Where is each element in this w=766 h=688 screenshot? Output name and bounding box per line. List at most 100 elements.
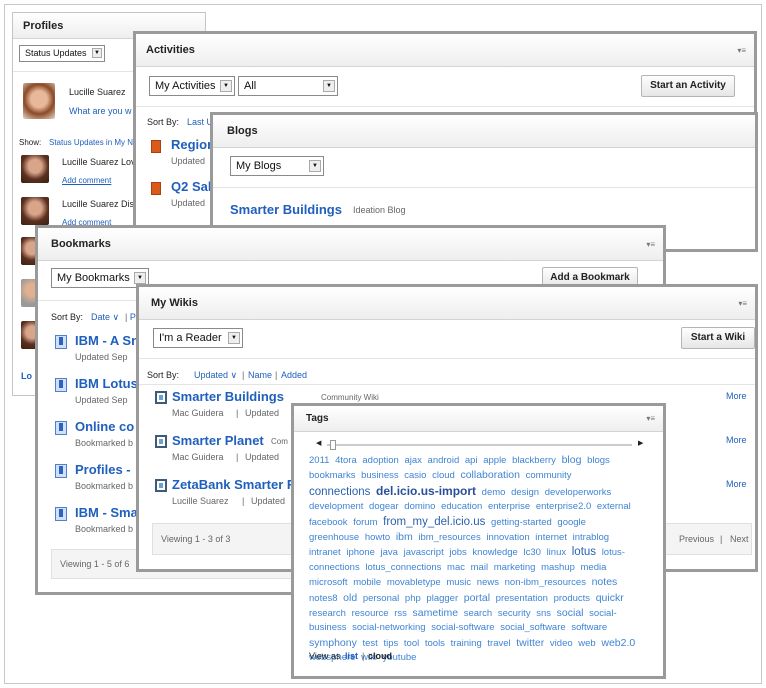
tag-link[interactable]: tips xyxy=(383,638,398,649)
tag-link[interactable]: notes8 xyxy=(309,593,338,604)
tag-link[interactable]: mail xyxy=(471,562,488,573)
tag-link[interactable]: domino xyxy=(404,501,435,512)
tag-link[interactable]: developerworks xyxy=(545,487,612,498)
tag-link[interactable]: ibm_resources xyxy=(418,532,480,543)
tag-link[interactable]: test xyxy=(363,638,378,649)
tag-link[interactable]: music xyxy=(446,577,471,588)
tag-link[interactable]: greenhouse xyxy=(309,532,359,543)
wikis-role-select[interactable]: I'm a Reader ▼ xyxy=(153,328,243,348)
bookmark-title-link[interactable]: Profiles - xyxy=(75,462,131,477)
tag-link[interactable]: community xyxy=(526,470,572,481)
bookmark-title-link[interactable]: IBM - A Sn xyxy=(75,333,139,348)
tag-link[interactable]: web2.0 xyxy=(601,637,635,649)
tag-link[interactable]: innovation xyxy=(486,532,529,543)
tag-link[interactable]: ajax xyxy=(404,455,421,466)
tag-link[interactable]: dogear xyxy=(369,501,399,512)
tag-link[interactable]: video xyxy=(550,638,573,649)
tag-link[interactable]: demo xyxy=(482,487,506,498)
tag-link[interactable]: getting-started xyxy=(491,517,552,528)
tag-link[interactable]: 4tora xyxy=(335,455,357,466)
wiki-more-link[interactable]: More xyxy=(726,391,747,401)
tag-link[interactable]: apple xyxy=(483,455,506,466)
tag-link[interactable]: google xyxy=(557,517,586,528)
bookmark-title-link[interactable]: IBM - Sma xyxy=(75,505,138,520)
tag-link[interactable]: twitter xyxy=(516,637,544,649)
tag-link[interactable]: tool xyxy=(404,638,419,649)
tag-link[interactable]: facebook xyxy=(309,517,348,528)
tag-link[interactable]: tools xyxy=(425,638,445,649)
wiki-more-link[interactable]: More xyxy=(726,435,747,445)
tag-link[interactable]: security xyxy=(498,608,531,619)
tag-link[interactable]: presentation xyxy=(496,593,548,604)
tag-link[interactable]: marketing xyxy=(494,562,536,573)
tag-link[interactable]: java xyxy=(381,547,398,558)
panel-menu-icon[interactable]: ▾≡ xyxy=(646,240,655,249)
wikis-sort-name-link[interactable]: Name xyxy=(248,370,272,380)
bookmarks-sort-more-link[interactable]: | P xyxy=(125,312,136,322)
tag-link[interactable]: javascript xyxy=(404,547,444,558)
tag-link[interactable]: rss xyxy=(394,608,407,619)
tag-link[interactable]: software xyxy=(571,622,607,633)
tag-link[interactable]: 2011 xyxy=(309,455,329,466)
scroll-right-arrow-icon[interactable]: ▶ xyxy=(638,439,643,447)
tag-link[interactable]: quickr xyxy=(596,592,624,604)
view-as-cloud-link[interactable]: cloud xyxy=(368,651,392,661)
blogs-filter-select[interactable]: My Blogs ▼ xyxy=(230,156,324,176)
panel-menu-icon[interactable]: ▾≡ xyxy=(738,299,747,308)
tag-link[interactable]: api xyxy=(465,455,478,466)
tag-link[interactable]: non-ibm_resources xyxy=(505,577,586,588)
tag-link[interactable]: personal xyxy=(363,593,399,604)
wiki-title-link[interactable]: ZetaBank Smarter F xyxy=(172,477,295,492)
tag-link[interactable]: resource xyxy=(352,608,389,619)
bookmark-title-link[interactable]: Online co xyxy=(75,419,134,434)
tag-link[interactable]: microsoft xyxy=(309,577,348,588)
tag-link[interactable]: lc30 xyxy=(523,547,540,558)
scroll-left-arrow-icon[interactable]: ◀ xyxy=(316,439,321,447)
bookmarks-filter-select[interactable]: My Bookmarks ▼ xyxy=(51,268,149,288)
tag-link[interactable]: knowledge xyxy=(472,547,517,558)
tag-link[interactable]: products xyxy=(554,593,590,604)
tag-link[interactable]: cloud xyxy=(432,470,455,481)
tag-link[interactable]: business xyxy=(361,470,399,481)
tag-link[interactable]: blogs xyxy=(587,455,610,466)
profiles-footer-link[interactable]: Lo xyxy=(21,371,32,381)
wiki-more-link[interactable]: More xyxy=(726,479,747,489)
tag-link[interactable]: mashup xyxy=(541,562,575,573)
tag-link[interactable]: news xyxy=(477,577,499,588)
tag-link[interactable]: external xyxy=(597,501,631,512)
status-input[interactable]: What are you w xyxy=(69,106,132,116)
start-wiki-button[interactable]: Start a Wiki xyxy=(681,327,755,349)
tag-link[interactable]: research xyxy=(309,608,346,619)
wiki-title-link[interactable]: Smarter Buildings xyxy=(172,389,284,404)
tag-link[interactable]: bookmarks xyxy=(309,470,355,481)
tag-link[interactable]: sns xyxy=(536,608,551,619)
tag-link[interactable]: del.icio.us-import xyxy=(376,484,476,498)
tag-link[interactable]: lotus xyxy=(572,546,596,558)
tag-link[interactable]: old xyxy=(343,592,357,604)
tag-link[interactable]: development xyxy=(309,501,363,512)
tag-link[interactable]: mobile xyxy=(353,577,381,588)
tag-link[interactable]: enterprise xyxy=(488,501,530,512)
tag-link[interactable]: blog xyxy=(562,454,582,466)
tag-link[interactable]: social_software xyxy=(500,622,565,633)
tag-link[interactable]: howto xyxy=(365,532,390,543)
activities-filter-select[interactable]: My Activities ▼ xyxy=(149,76,235,96)
view-as-list-link[interactable]: list xyxy=(345,651,358,661)
bookmarks-sort-date-link[interactable]: Date ∨ xyxy=(91,312,119,323)
add-comment-link[interactable]: Add comment xyxy=(62,176,111,185)
panel-menu-icon[interactable]: ▾≡ xyxy=(646,414,655,423)
tag-link[interactable]: social-networking xyxy=(352,622,425,633)
tag-link[interactable]: training xyxy=(451,638,482,649)
tag-link[interactable]: education xyxy=(441,501,482,512)
previous-page-link[interactable]: Previous xyxy=(679,534,714,544)
wiki-title-link[interactable]: Smarter Planet xyxy=(172,433,264,448)
tag-link[interactable]: movabletype xyxy=(387,577,441,588)
tag-link[interactable]: from_my_del.icio.us xyxy=(383,516,485,528)
tag-link[interactable]: web xyxy=(578,638,595,649)
tag-link[interactable]: social xyxy=(557,607,584,619)
bookmark-title-link[interactable]: IBM Lotus xyxy=(75,376,138,391)
tag-link[interactable]: plagger xyxy=(426,593,458,604)
tag-link[interactable]: portal xyxy=(464,592,490,604)
tag-link[interactable]: collaboration xyxy=(460,469,520,481)
tag-link[interactable]: ibm xyxy=(396,531,413,543)
